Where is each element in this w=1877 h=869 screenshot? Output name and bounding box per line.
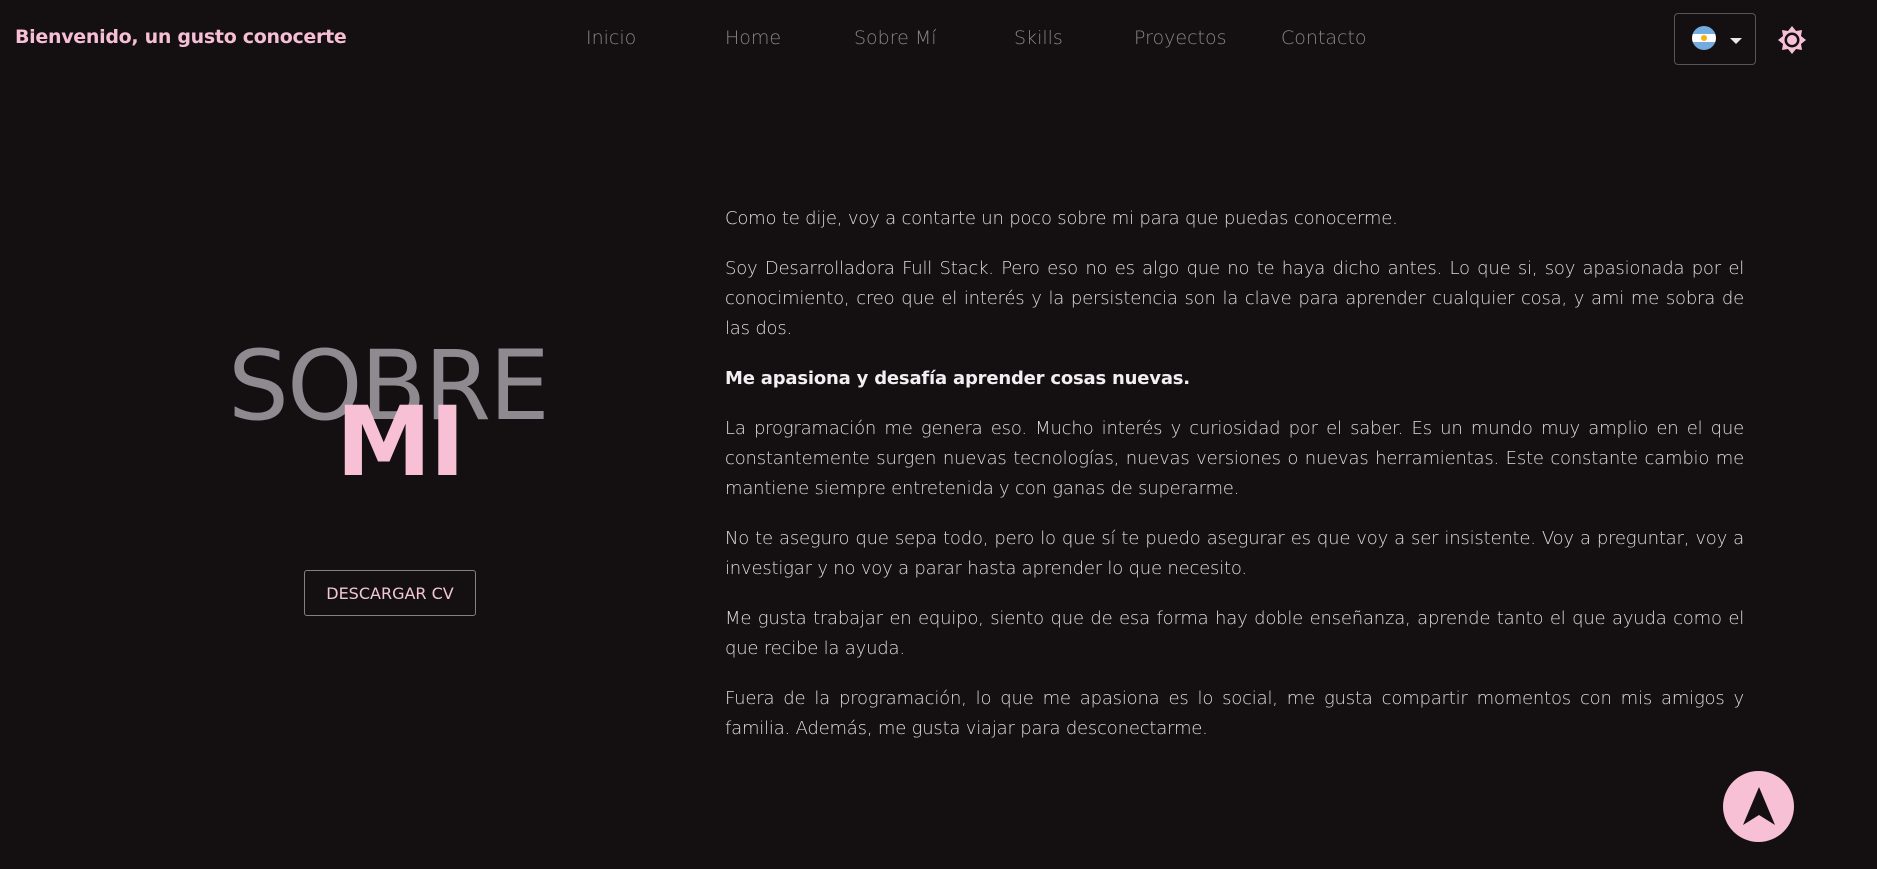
- nav-link-home[interactable]: Home: [725, 27, 781, 49]
- about-paragraph-1: Como te dije, voy a contarte un poco sob…: [725, 208, 1398, 229]
- about-paragraph-2: Soy Desarrolladora Full Stack. Pero eso …: [725, 258, 1744, 339]
- about-paragraph-6: Fuera de la programación, lo que me apas…: [725, 688, 1744, 739]
- about-highlight: Me apasiona y desafía aprender cosas nue…: [725, 368, 1190, 389]
- download-cv-button[interactable]: DESCARGAR CV: [304, 570, 476, 616]
- arrow-up-icon: [1743, 787, 1775, 825]
- about-paragraph-4: No te aseguro que sepa todo, pero lo que…: [725, 528, 1744, 579]
- theme-toggle-button[interactable]: [1777, 25, 1807, 55]
- argentina-flag-icon: [1692, 26, 1716, 50]
- about-paragraph-5: Me gusta trabajar en equipo, siento que …: [725, 608, 1744, 659]
- nav-link-contacto[interactable]: Contacto: [1281, 27, 1367, 49]
- nav-link-skills[interactable]: Skills: [1014, 27, 1063, 49]
- nav-link-inicio[interactable]: Inicio: [586, 27, 636, 49]
- page: Bienvenido, un gusto conocerte Inicio Ho…: [0, 0, 1877, 869]
- sun-icon: [1778, 26, 1806, 54]
- caret-down-icon: [1730, 38, 1742, 44]
- navbar: Bienvenido, un gusto conocerte Inicio Ho…: [0, 0, 1877, 80]
- language-dropdown[interactable]: [1674, 13, 1756, 65]
- about-text: Como te dije, voy a contarte un poco sob…: [725, 204, 1744, 764]
- section-title-mi: MI: [336, 386, 465, 498]
- brand-title: Bienvenido, un gusto conocerte: [15, 26, 347, 48]
- about-paragraph-3: La programación me genera eso. Mucho int…: [725, 418, 1744, 499]
- nav-link-sobre-mi[interactable]: Sobre Mí: [854, 27, 937, 49]
- nav-link-proyectos[interactable]: Proyectos: [1134, 27, 1227, 49]
- scroll-to-top-button[interactable]: [1723, 771, 1794, 842]
